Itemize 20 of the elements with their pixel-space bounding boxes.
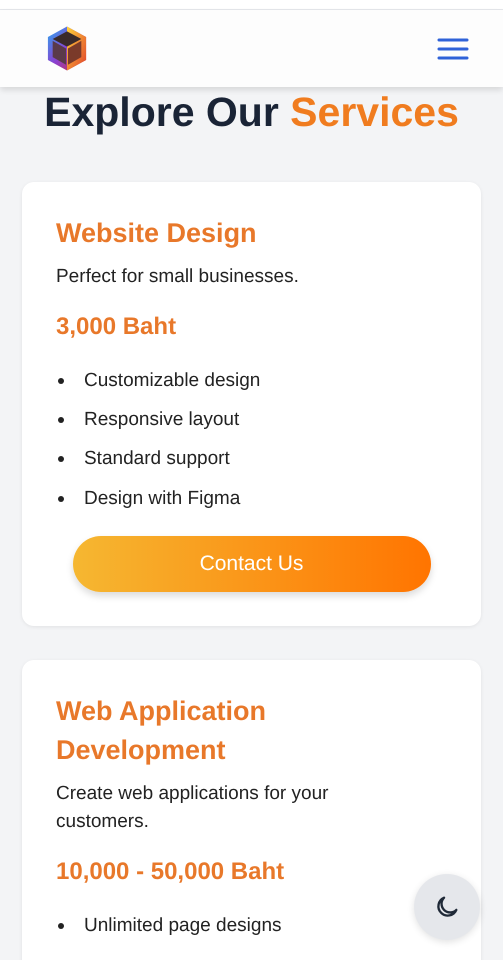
feature-text: Unlimited page designs [84,914,282,937]
bullet-icon [58,922,64,929]
service-title: Website Design [56,217,258,250]
bullet-icon [58,378,64,384]
service-price: 3,000 Baht [56,313,178,341]
feature-text: Standard support [84,448,230,470]
contact-button[interactable]: Contact Us [72,536,430,592]
feature-text: Responsive layout [84,408,240,431]
service-description: Perfect for small businesses. [56,265,300,289]
bullet-icon [58,416,64,423]
cube-logo-icon[interactable] [46,25,88,72]
feature-text: Design with Figma [84,488,240,510]
service-title: Web Application Development [56,695,268,768]
page-heading: Explore Our Services [43,88,460,137]
menu-button[interactable] [437,36,469,60]
bullet-icon [58,496,64,502]
bullet-icon [58,456,64,462]
service-price: 10,000 - 50,000 Baht [56,858,286,886]
feature-text: Customizable design [84,370,260,392]
service-description: Create web applications for your customers. [56,782,330,834]
